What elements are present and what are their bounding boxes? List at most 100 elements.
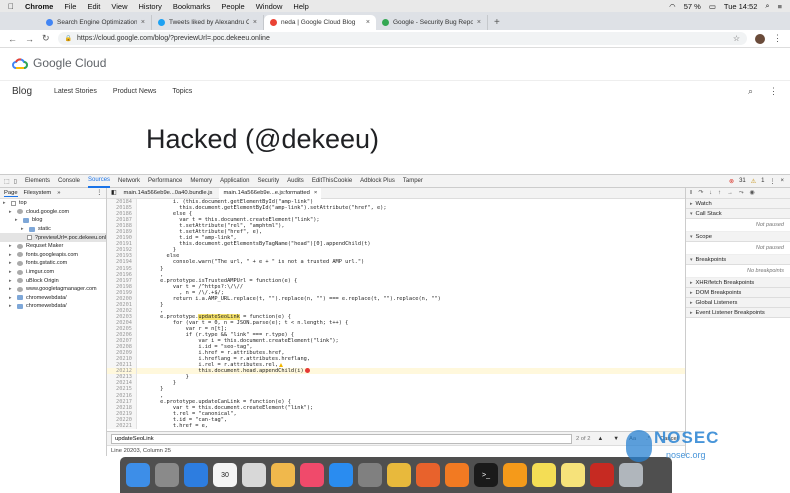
error-marker-icon[interactable] xyxy=(304,368,310,374)
tree-item[interactable]: ▸ static xyxy=(0,225,106,234)
tree-item[interactable]: ▸ uBlock Origin xyxy=(0,276,106,285)
expand-triangle-icon[interactable]: ▾ xyxy=(690,211,693,217)
system-preferences-icon[interactable] xyxy=(358,463,382,487)
step-over-icon[interactable]: ↷ xyxy=(698,190,703,196)
address-bar[interactable]: 🔒 https://cloud.google.com/blog/?preview… xyxy=(57,32,747,45)
step-into-icon[interactable]: ↓ xyxy=(709,190,712,196)
devtools-tab-console[interactable]: Console xyxy=(58,178,80,184)
menu-list-icon[interactable]: ≡ xyxy=(778,2,782,11)
finder-icon[interactable] xyxy=(126,463,150,487)
devtools-more-icon[interactable]: ⋮ xyxy=(769,178,775,185)
reload-icon[interactable]: ↻ xyxy=(42,33,50,44)
close-icon[interactable]: × xyxy=(141,19,145,26)
menu-app-name[interactable]: Chrome xyxy=(25,2,53,11)
wifi-icon[interactable]: ◠ xyxy=(669,2,676,11)
warning-count-icon[interactable]: ⚠ xyxy=(751,178,756,185)
tree-item[interactable]: ▸ www.googletagmanager.com xyxy=(0,285,106,294)
url-text[interactable]: https://cloud.google.com/blog/?previewUr… xyxy=(77,35,270,42)
toggle-navigator-icon[interactable]: ◧ xyxy=(111,190,116,196)
inspect-element-icon[interactable]: ⬚ xyxy=(4,178,10,185)
find-next-icon[interactable]: ▼ xyxy=(610,436,622,442)
find-prev-icon[interactable]: ▲ xyxy=(594,436,606,442)
navigator-tab-filesystem[interactable]: Filesystem xyxy=(24,190,52,196)
safari-icon[interactable] xyxy=(184,463,208,487)
menu-view[interactable]: View xyxy=(111,2,127,11)
expand-triangle-icon[interactable]: ▸ xyxy=(15,217,20,223)
devtools-tab-sources[interactable]: Sources xyxy=(88,175,111,188)
tree-item[interactable]: ▸ Requset Maker xyxy=(0,242,106,251)
nav-latest-stories[interactable]: Latest Stories xyxy=(54,88,97,95)
forward-arrow-icon[interactable]: → xyxy=(25,34,34,44)
debugger-section-header[interactable]: ▸ Event Listener Breakpoints xyxy=(686,308,790,318)
browser-tab-1[interactable]: Search Engine Optimization (S × xyxy=(40,15,152,30)
devtools-tab-performance[interactable]: Performance xyxy=(148,178,182,184)
devtools-tab-security[interactable]: Security xyxy=(257,178,279,184)
photos-icon[interactable] xyxy=(271,463,295,487)
pause-on-exceptions-icon[interactable]: ◉ xyxy=(750,190,755,196)
navigator-tab-page[interactable]: Page xyxy=(4,190,18,197)
kebab-menu-icon[interactable]: ⋮ xyxy=(773,33,782,44)
firefox-icon[interactable] xyxy=(445,463,469,487)
new-tab-button[interactable]: + xyxy=(488,17,506,30)
warning-marker-icon[interactable] xyxy=(279,362,284,367)
line-number[interactable]: 20221 xyxy=(107,422,137,429)
trash-icon[interactable] xyxy=(619,463,643,487)
expand-triangle-icon[interactable]: ▾ xyxy=(690,234,693,240)
tree-item[interactable]: ▸ i.imgur.com xyxy=(0,268,106,277)
expand-triangle-icon[interactable]: ▸ xyxy=(690,310,693,316)
debugger-section-header[interactable]: ▾ Scope xyxy=(686,232,790,242)
close-icon[interactable]: × xyxy=(253,19,257,26)
debugger-section-header[interactable]: ▸ Watch xyxy=(686,199,790,209)
menu-file[interactable]: File xyxy=(64,2,76,11)
tree-item[interactable]: ?previewUrl=.poc.dekeeu.onl xyxy=(0,233,106,242)
battery-level[interactable]: 57 % xyxy=(684,2,701,11)
lock-icon[interactable]: 🔒 xyxy=(65,35,72,42)
step-out-icon[interactable]: ↑ xyxy=(718,190,721,196)
debugger-section-header[interactable]: ▸ DOM Breakpoints xyxy=(686,288,790,298)
warning-count[interactable]: 1 xyxy=(761,178,764,184)
step-icon[interactable]: → xyxy=(727,190,733,196)
tree-item[interactable]: ▸ blog xyxy=(0,216,106,225)
menu-people[interactable]: People xyxy=(221,2,244,11)
blog-title[interactable]: Blog xyxy=(12,86,32,97)
music-icon[interactable] xyxy=(300,463,324,487)
tree-item[interactable]: ▸ cloud.google.com xyxy=(0,208,106,217)
expand-triangle-icon[interactable]: ▸ xyxy=(9,278,14,284)
expand-triangle-icon[interactable]: ▸ xyxy=(690,201,693,207)
debugger-section-header[interactable]: ▸ Global Listeners xyxy=(686,298,790,308)
debugger-section-header[interactable]: ▾ Call Stack xyxy=(686,209,790,219)
expand-triangle-icon[interactable]: ▾ xyxy=(690,257,693,263)
browser-tab-4[interactable]: Google - Security Bug Report × xyxy=(376,15,488,30)
expand-triangle-icon[interactable]: ▸ xyxy=(21,226,26,232)
close-icon[interactable]: × xyxy=(314,190,317,196)
tree-item[interactable]: ▸ chromewebdata/ xyxy=(0,294,106,303)
apple-icon[interactable]:  xyxy=(8,2,14,11)
expand-triangle-icon[interactable]: ▸ xyxy=(690,300,693,306)
debugger-section-header[interactable]: ▸ XHR/fetch Breakpoints xyxy=(686,278,790,288)
tree-item[interactable]: ▸ top xyxy=(0,199,106,208)
nav-topics[interactable]: Topics xyxy=(172,88,192,95)
google-cloud-logo[interactable]: Google Cloud xyxy=(12,56,106,70)
menu-edit[interactable]: Edit xyxy=(87,2,100,11)
devtools-tab-elements[interactable]: Elements xyxy=(25,178,50,184)
devtools-close-icon[interactable]: × xyxy=(780,178,784,184)
calendar-icon[interactable]: 30 xyxy=(213,463,237,487)
expand-triangle-icon[interactable]: ▸ xyxy=(9,209,14,215)
expand-triangle-icon[interactable]: ▸ xyxy=(9,243,14,249)
expand-triangle-icon[interactable]: ▸ xyxy=(690,290,693,296)
menu-bookmarks[interactable]: Bookmarks xyxy=(173,2,211,11)
error-count[interactable]: 31 xyxy=(739,178,746,184)
chrome-icon[interactable] xyxy=(387,463,411,487)
code-line[interactable]: 20221 t.href = e, xyxy=(107,422,685,429)
notes-icon[interactable] xyxy=(242,463,266,487)
devtools-tab-memory[interactable]: Memory xyxy=(190,178,212,184)
devtools-tab-adblock-plus[interactable]: Adblock Plus xyxy=(360,178,395,184)
expand-triangle-icon[interactable]: ▸ xyxy=(9,295,14,301)
menu-window[interactable]: Window xyxy=(256,2,283,11)
tree-item[interactable]: ▸ fonts.googleapis.com xyxy=(0,251,106,260)
search-icon[interactable]: ⌕ xyxy=(748,86,753,97)
close-icon[interactable]: × xyxy=(477,19,481,26)
pause-icon[interactable]: ‖ xyxy=(690,190,692,196)
device-toggle-icon[interactable]: ▯ xyxy=(14,178,17,185)
stickies-icon[interactable] xyxy=(532,463,556,487)
